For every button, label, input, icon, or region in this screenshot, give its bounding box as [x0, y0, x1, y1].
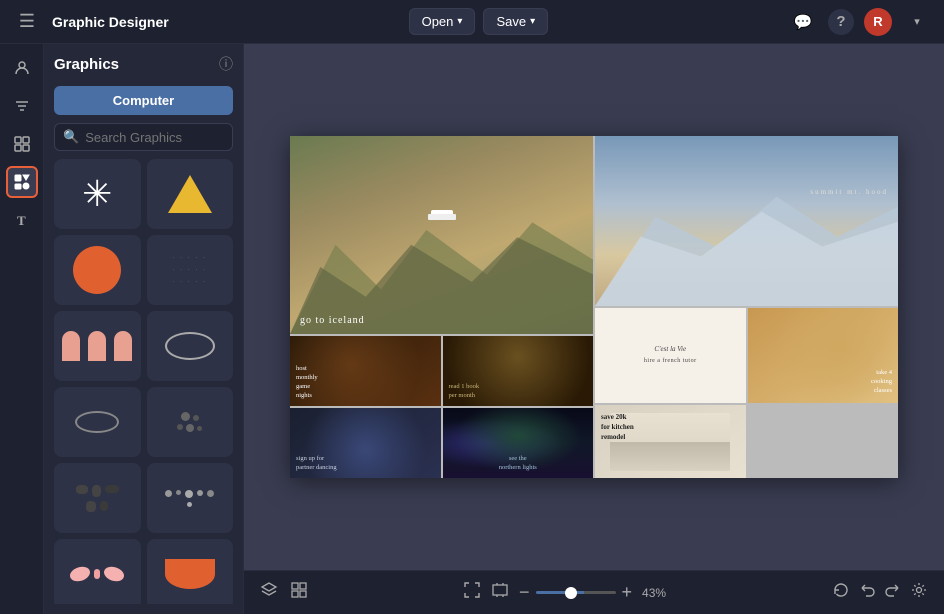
dots-scatter-icon: · · · · ·· · · · ·· · · · · — [172, 252, 207, 288]
moodboard-canvas[interactable]: go to iceland hostmonthlygamenights — [290, 136, 898, 478]
graphic-item-ellipse[interactable] — [147, 311, 234, 381]
topbar: ☰ Graphic Designer Open ▾ Save ▾ 💬 ? R ▾ — [0, 0, 944, 44]
search-box: 🔍 — [54, 123, 233, 151]
topbar-left: ☰ Graphic Designer — [12, 7, 169, 37]
rail-text-icon[interactable]: T — [6, 204, 38, 236]
iceland-text: go to iceland — [300, 315, 365, 326]
graphic-item-dots-scatter[interactable]: · · · · ·· · · · ·· · · · · — [147, 235, 234, 305]
snowflake-icon: ✳ — [82, 173, 112, 215]
graphic-item-bow[interactable] — [54, 539, 141, 604]
avatar[interactable]: R — [864, 8, 892, 36]
white-dots-icon — [165, 490, 215, 507]
topbar-right: 💬 ? R ▾ — [788, 7, 932, 37]
zoom-in-button[interactable]: + — [622, 582, 633, 603]
ellipse-small-icon — [75, 411, 119, 433]
search-icon: 🔍 — [63, 129, 79, 145]
panel-title: Graphics — [54, 56, 119, 73]
graphics-panel: Graphics ⓘ Computer 🔍 ✳ · · · · ·· · · ·… — [44, 44, 244, 614]
open-button[interactable]: Open ▾ — [409, 8, 476, 35]
graphic-item-circle[interactable] — [54, 235, 141, 305]
lights-text: see thenorthern lights — [499, 454, 537, 472]
graphic-item-triangle[interactable] — [147, 159, 234, 229]
settings-icon[interactable] — [910, 581, 928, 604]
dance-text: sign up forpartner dancing — [296, 454, 337, 472]
panel-header: Graphics ⓘ — [54, 54, 233, 74]
info-icon[interactable]: ⓘ — [219, 54, 233, 74]
bottom-left-tools — [260, 581, 308, 604]
summit-text: summit mt. hood — [810, 187, 888, 198]
blob-dots-icon — [72, 485, 122, 512]
account-chevron-icon[interactable]: ▾ — [902, 7, 932, 37]
tutor-text: C'est la Viehire a french tutor — [644, 344, 697, 367]
rail-grid-icon[interactable] — [6, 128, 38, 160]
graphic-item-blob-dark[interactable] — [54, 463, 141, 533]
triangle-icon — [168, 175, 212, 213]
rail-filter-icon[interactable] — [6, 90, 38, 122]
zoom-out-button[interactable]: − — [519, 582, 530, 603]
refresh-icon[interactable] — [832, 581, 850, 604]
zoom-slider[interactable] — [536, 591, 616, 594]
app-title: Graphic Designer — [52, 14, 169, 30]
search-input[interactable] — [85, 130, 244, 145]
book-text: read 1 bookper month — [449, 382, 480, 400]
resize-icon[interactable] — [491, 581, 509, 604]
arch-icon — [62, 331, 132, 361]
rail-shapes-icon[interactable] — [6, 166, 38, 198]
grid-view-icon[interactable] — [290, 581, 308, 604]
bottom-center-tools: − + 43% — [308, 581, 832, 604]
zoom-value: 43% — [642, 586, 677, 600]
circle-icon — [73, 246, 121, 294]
menu-icon[interactable]: ☰ — [12, 7, 42, 37]
graphic-item-white-dots[interactable] — [147, 463, 234, 533]
icon-rail: T — [0, 44, 44, 614]
bubble-dots-icon — [177, 412, 202, 432]
graphic-item-arch[interactable] — [54, 311, 141, 381]
fullscreen-icon[interactable] — [463, 581, 481, 604]
svg-text:T: T — [17, 213, 26, 228]
ellipse-icon — [165, 332, 215, 360]
pastry-text: take 4cookingclasses — [871, 368, 892, 395]
save-button[interactable]: Save ▾ — [483, 8, 548, 35]
undo-icon[interactable] — [858, 581, 876, 604]
kitchen-text: save 20kfor kitchenremodel — [601, 413, 634, 442]
zoom-control: − + — [519, 582, 632, 603]
graphic-item-snowflake[interactable]: ✳ — [54, 159, 141, 229]
graphic-item-orange-half[interactable] — [147, 539, 234, 604]
main-area: T Graphics ⓘ Computer 🔍 ✳ — [0, 44, 944, 614]
help-icon[interactable]: ? — [828, 9, 854, 35]
game-text: hostmonthlygamenights — [296, 364, 318, 400]
comment-icon[interactable]: 💬 — [788, 7, 818, 37]
bottom-right-tools — [832, 581, 928, 604]
orange-half-icon — [165, 559, 215, 589]
bottom-toolbar: − + 43% — [244, 570, 944, 614]
topbar-center: Open ▾ Save ▾ — [409, 8, 549, 35]
graphics-grid: ✳ · · · · ·· · · · ·· · · · · — [54, 159, 233, 604]
graphic-item-bubble-dots[interactable] — [147, 387, 234, 457]
rail-people-icon[interactable] — [6, 52, 38, 84]
graphic-item-ellipse-sm[interactable] — [54, 387, 141, 457]
canvas-container[interactable]: go to iceland hostmonthlygamenights — [244, 44, 944, 570]
computer-button[interactable]: Computer — [54, 86, 233, 115]
canvas-area: go to iceland hostmonthlygamenights — [244, 44, 944, 614]
redo-icon[interactable] — [884, 581, 902, 604]
bow-icon — [70, 567, 124, 581]
layers-icon[interactable] — [260, 581, 278, 604]
